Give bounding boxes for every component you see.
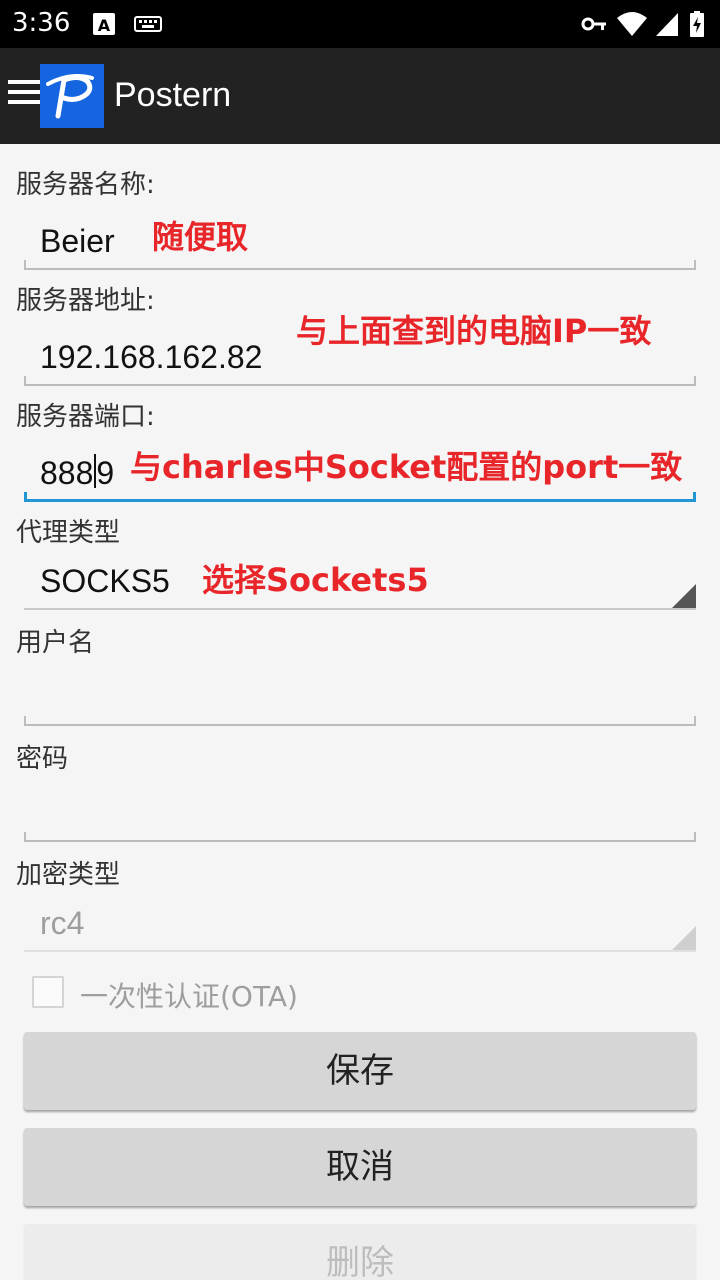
app-bar: Postern (0, 48, 720, 144)
encryption-select[interactable]: rc4 (24, 904, 696, 952)
dropdown-triangle-icon (672, 584, 696, 608)
server-port-value-before-cursor: 888 (40, 455, 94, 491)
encryption-label: 加密类型 (16, 860, 121, 890)
server-port-underline (24, 492, 696, 502)
server-name-underline (24, 260, 696, 270)
delete-button[interactable]: 删除 (24, 1224, 696, 1280)
server-port-value-after-cursor: 9 (96, 455, 115, 491)
wifi-icon (617, 12, 647, 36)
status-time: 3:36 (12, 8, 71, 38)
proxy-type-value: SOCKS5 (40, 563, 170, 599)
password-underline (24, 832, 696, 842)
username-label: 用户名 (16, 628, 95, 658)
server-address-annotation: 与上面查到的电脑IP一致 (296, 312, 652, 350)
proxy-type-annotation: 选择Sockets5 (202, 561, 429, 599)
battery-charging-icon (690, 11, 704, 37)
server-address-value: 192.168.162.82 (40, 339, 263, 375)
password-label: 密码 (16, 744, 69, 774)
cancel-button[interactable]: 取消 (24, 1128, 696, 1206)
ota-checkbox-label: 一次性认证(OTA) (80, 980, 298, 1013)
proxy-type-underline (24, 608, 696, 610)
server-address-underline (24, 376, 696, 386)
server-address-label: 服务器地址: (16, 286, 155, 316)
encryption-underline (24, 950, 696, 952)
save-button[interactable]: 保存 (24, 1032, 696, 1110)
server-port-label: 服务器端口: (16, 402, 155, 432)
server-port-value: 8889 (40, 454, 114, 492)
server-port-annotation: 与charles中Socket配置的port一致 (130, 448, 683, 486)
signal-icon (656, 13, 678, 36)
status-bar: 3:36 A (0, 0, 720, 48)
username-underline (24, 716, 696, 726)
app-title: Postern (114, 76, 232, 114)
server-name-input[interactable]: Beier (24, 222, 696, 270)
password-input[interactable] (24, 794, 696, 842)
postern-logo-icon (40, 64, 104, 128)
vpn-key-icon (581, 17, 606, 31)
hamburger-menu-icon[interactable] (8, 80, 40, 112)
encryption-value: rc4 (40, 905, 85, 941)
dropdown-triangle-icon (672, 926, 696, 950)
username-input[interactable] (24, 678, 696, 726)
text-a-icon: A (93, 13, 115, 35)
server-name-annotation: 随便取 (152, 218, 249, 256)
keyboard-icon (134, 16, 162, 32)
svg-text:A: A (98, 16, 111, 35)
server-name-label: 服务器名称: (16, 170, 155, 200)
proxy-type-label: 代理类型 (16, 518, 121, 548)
ota-checkbox[interactable] (32, 976, 64, 1008)
server-name-value: Beier (40, 223, 115, 259)
